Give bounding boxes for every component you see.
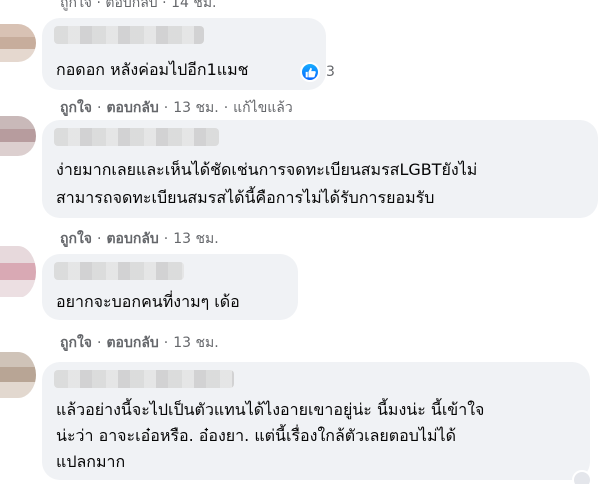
like-link[interactable]: ถูกใจ [60,231,92,247]
blurred-author-name [54,262,184,280]
previous-comment-actions: ถูกใจ · ตอบกลับ · 14 ชม. [60,0,217,14]
avatar[interactable] [0,246,36,298]
comment-actions: ถูกใจ · ตอบกลับ · 13 ชม. · แก้ไขแล้ว [60,100,293,116]
avatar[interactable] [0,352,36,398]
blurred-author-name [54,26,204,44]
edited-label: แก้ไขแล้ว [233,100,293,116]
avatar[interactable] [0,116,36,156]
comment-text-line: แปลกมาก [56,452,126,471]
blurred-author-name [54,128,219,146]
timestamp: 13 ชม. [173,100,219,116]
blurred-author-name [54,370,234,388]
timestamp: 13 ชม. [173,335,219,351]
comment-text: อยากจะบอกคนที่งามๆ เด้อ [56,292,240,311]
comment-actions: ถูกใจ · ตอบกลับ · 13 ชม. [60,231,219,247]
timestamp: 14 ชม. [171,0,217,11]
reaction-badge[interactable] [572,470,592,484]
comment-bubble: ง่ายมากเลยและเห็นได้ชัดเช่นการจดทะเบียนส… [42,120,598,218]
comment-text-line: น่ะว่า อาจะเอ๋อหรือ. อ๋องยา. แต่นี้เรื่อ… [56,426,456,445]
comment-text-line: ง่ายมากเลยและเห็นได้ชัดเช่นการจดทะเบียนส… [56,160,478,179]
reply-link[interactable]: ตอบกลับ [106,231,158,247]
reply-link[interactable]: ตอบกลับ [106,335,158,351]
reply-link[interactable]: ตอบกลับ [106,100,158,116]
like-link[interactable]: ถูกใจ [60,100,92,116]
comment-bubble: อยากจะบอกคนที่งามๆ เด้อ [42,254,298,320]
reply-link[interactable]: ตอบกลับ [105,0,157,11]
comment-text-line: สามารถจดทะเบียนสมรสได้นี้คือการไม่ได้รับ… [56,188,435,207]
like-link[interactable]: ถูกใจ [60,335,92,351]
comment-text-line: แล้วอย่างนี้จะไปเป็นตัวแทนได้ไงอายเขาอยู… [56,400,485,419]
comment-bubble: กอดอก หลังค่อมไปอีก1แมช [42,18,326,90]
reaction-count: 3 [326,64,335,80]
like-reaction-icon [572,470,592,484]
reaction-summary[interactable]: 3 [300,62,335,82]
like-reaction-icon [300,62,320,82]
avatar[interactable] [0,24,36,62]
comment-actions: ถูกใจ · ตอบกลับ · 13 ชม. [60,335,219,351]
comment-text: กอดอก หลังค่อมไปอีก1แมช [56,60,249,79]
comment-bubble: แล้วอย่างนี้จะไปเป็นตัวแทนได้ไงอายเขาอยู… [42,362,590,480]
timestamp: 13 ชม. [173,231,219,247]
like-link[interactable]: ถูกใจ [60,0,92,11]
